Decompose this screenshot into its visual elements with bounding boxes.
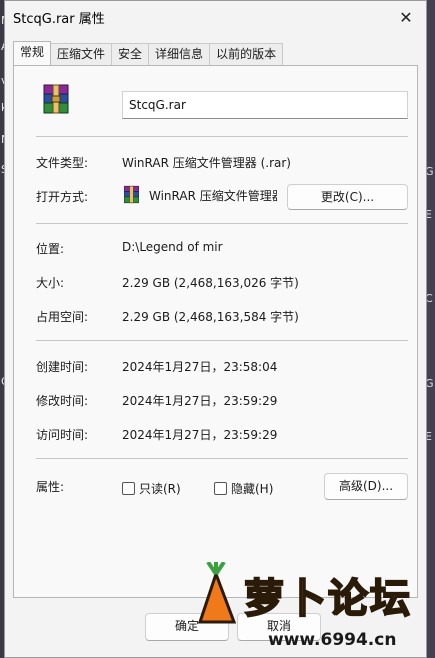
open-with-value: WinRAR 压缩文件管理器 xyxy=(149,189,277,203)
created-label: 创建时间: xyxy=(36,360,89,374)
advanced-button[interactable]: 高级(D)... xyxy=(324,473,408,500)
checkbox-box[interactable] xyxy=(122,482,135,495)
close-button[interactable]: ✕ xyxy=(392,4,420,30)
location-value: D:\Legend of mir xyxy=(122,240,223,254)
checkbox-box[interactable] xyxy=(214,482,227,495)
readonly-checkbox[interactable]: 只读(R) xyxy=(122,480,181,497)
divider xyxy=(36,136,408,137)
divider xyxy=(36,223,408,224)
close-icon: ✕ xyxy=(399,7,413,27)
accessed-value: 2024年1月27日，23:59:29 xyxy=(122,428,278,442)
created-value: 2024年1月27日，23:58:04 xyxy=(122,360,278,374)
change-button[interactable]: 更改(C)... xyxy=(287,184,408,210)
file-name-input[interactable] xyxy=(122,91,408,119)
tab-archive[interactable]: 压缩文件 xyxy=(50,43,113,65)
tab-details[interactable]: 详细信息 xyxy=(148,43,211,65)
hidden-label: 隐藏(H) xyxy=(231,482,274,496)
tab-general[interactable]: 常规 xyxy=(13,41,52,65)
file-type-label: 文件类型: xyxy=(36,156,89,170)
ok-button[interactable]: 确定 xyxy=(145,613,229,641)
hidden-checkbox[interactable]: 隐藏(H) xyxy=(214,480,273,497)
file-type-value: WinRAR 压缩文件管理器 (.rar) xyxy=(122,156,291,170)
tab-security[interactable]: 安全 xyxy=(111,43,150,65)
attributes-label: 属性: xyxy=(36,480,65,494)
properties-dialog: StcqG.rar 属性 ✕ 常规 压缩文件 安全 详细信息 以前的版本 文件类… xyxy=(4,0,427,658)
modified-label: 修改时间: xyxy=(36,394,89,408)
readonly-label: 只读(R) xyxy=(139,482,181,496)
open-with-label: 打开方式: xyxy=(36,190,89,204)
window-title: StcqG.rar 属性 xyxy=(13,12,105,27)
title-bar[interactable]: StcqG.rar 属性 ✕ xyxy=(5,1,426,35)
location-label: 位置: xyxy=(36,242,65,256)
tab-previous-versions[interactable]: 以前的版本 xyxy=(209,43,284,65)
modified-value: 2024年1月27日，23:59:29 xyxy=(122,394,278,408)
size-value: 2.29 GB (2,468,163,026 字节) xyxy=(122,276,299,290)
general-panel: 文件类型: WinRAR 压缩文件管理器 (.rar) 打开方式: WinRAR… xyxy=(13,65,418,598)
size-label: 大小: xyxy=(36,276,65,290)
divider xyxy=(36,340,408,341)
size-on-disk-label: 占用空间: xyxy=(36,310,89,324)
winrar-app-icon xyxy=(124,185,139,204)
winrar-file-icon xyxy=(43,84,69,114)
size-on-disk-value: 2.29 GB (2,468,163,584 字节) xyxy=(122,310,299,324)
accessed-label: 访问时间: xyxy=(36,428,89,442)
tab-bar: 常规 压缩文件 安全 详细信息 以前的版本 xyxy=(13,41,284,65)
divider xyxy=(36,458,408,459)
cancel-button[interactable]: 取消 xyxy=(237,613,321,641)
